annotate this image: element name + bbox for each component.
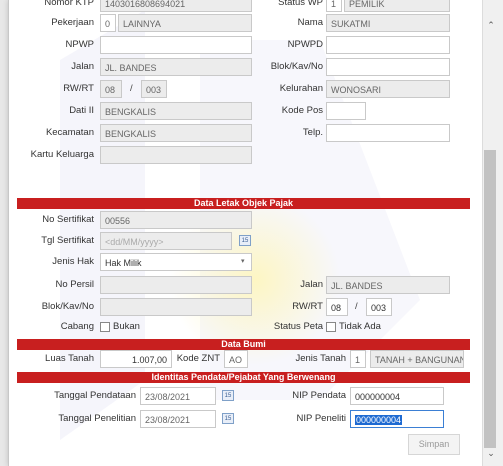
npwpd-label: NPWPD (287, 39, 323, 50)
objek-rwrt-separator: / (355, 301, 358, 312)
kecamatan-field[interactable]: BENGKALIS (100, 124, 252, 142)
objek-rw-field[interactable]: 08 (326, 298, 348, 316)
kelurahan-field[interactable]: WONOSARI (326, 80, 450, 98)
luas-tanah-field[interactable]: 1.007,00 (100, 350, 172, 368)
jenis-tanah-value-field: TANAH + BANGUNAN (370, 350, 464, 368)
cabang-checkbox[interactable] (100, 322, 110, 332)
chevron-down-icon[interactable]: ▾ (241, 253, 245, 271)
status-peta-checkbox[interactable] (326, 322, 336, 332)
nip-peneliti-field[interactable]: 000000004 (350, 410, 444, 428)
rt-field[interactable]: 003 (141, 80, 167, 98)
jenis-tanah-label: Jenis Tanah (295, 353, 346, 364)
luas-tanah-label: Luas Tanah (45, 353, 94, 364)
nomor-ktp-field[interactable]: 1403016808694021 (100, 0, 252, 12)
calendar-icon[interactable]: 15 (239, 235, 251, 246)
jenis-tanah-code-field[interactable]: 1 (350, 350, 366, 368)
scroll-up-icon[interactable]: ⌃ (484, 20, 498, 31)
tgl-sertifikat-label: Tgl Sertifikat (41, 235, 94, 246)
nip-pendata-field[interactable]: 000000004 (350, 387, 444, 405)
objek-rt-field[interactable]: 003 (366, 298, 392, 316)
status-peta-checkbox-label: Tidak Ada (339, 321, 381, 332)
simpan-button[interactable]: Simpan (408, 434, 460, 455)
rwrt-separator: / (130, 83, 133, 94)
blok-field[interactable] (326, 58, 450, 76)
no-persil-field[interactable] (100, 276, 252, 294)
section-header-objek-pajak: Data Letak Objek Pajak (17, 198, 470, 209)
kelurahan-label: Kelurahan (279, 83, 323, 94)
kode-znt-field[interactable]: AO (224, 350, 248, 368)
no-persil-label: No Persil (55, 279, 94, 290)
tgl-pendataan-field[interactable]: 23/08/2021 (140, 387, 216, 405)
jenis-hak-select[interactable]: Hak Milik (100, 253, 252, 271)
status-wp-code-field[interactable]: 1 (326, 0, 342, 12)
nama-field[interactable]: SUKATMI (326, 14, 450, 32)
npwpd-field[interactable] (326, 36, 450, 54)
section-header-data-bumi: Data Bumi (17, 339, 470, 350)
cabang-checkbox-label: Bukan (113, 321, 140, 332)
nama-label: Nama (297, 17, 323, 28)
tgl-sertifikat-field[interactable]: <dd/MM/yyyy> (100, 232, 232, 250)
nip-peneliti-label: NIP Peneliti (296, 413, 346, 424)
telp-field[interactable] (326, 124, 450, 142)
npwp-label: NPWP (65, 39, 95, 50)
pendataan-calendar-icon[interactable]: 15 (222, 390, 234, 401)
tgl-penelitian-label: Tanggal Penelitian (58, 413, 136, 424)
jenis-hak-label: Jenis Hak (52, 256, 94, 267)
kodepos-label: Kode Pos (281, 105, 323, 116)
rwrt-label: RW/RT (63, 83, 94, 94)
objek-jalan-label: Jalan (300, 279, 323, 290)
objek-blok-field[interactable] (100, 298, 252, 316)
nip-peneliti-selection: 000000004 (355, 415, 403, 425)
kodepos-field[interactable] (326, 102, 366, 120)
cabang-label: Cabang (60, 321, 94, 332)
kecamatan-label: Kecamatan (45, 127, 94, 138)
kartu-keluarga-field[interactable] (100, 146, 252, 164)
dati-field[interactable]: BENGKALIS (100, 102, 252, 120)
rw-field[interactable]: 08 (100, 80, 122, 98)
npwp-field[interactable] (100, 36, 252, 54)
nomor-ktp-label: Nomor KTP (44, 0, 94, 8)
dati-label: Dati II (69, 105, 94, 116)
kartu-keluarga-label: Kartu Keluarga (30, 149, 94, 160)
scroll-down-icon[interactable]: ⌄ (484, 448, 498, 459)
status-wp-label: Status WP (278, 0, 323, 8)
pekerjaan-value-field: LAINNYA (118, 14, 252, 32)
status-wp-value-field: PEMILIK (344, 0, 450, 12)
jalan-field[interactable]: JL. BANDES (100, 58, 252, 76)
jalan-label: Jalan (71, 61, 94, 72)
pekerjaan-code-field[interactable]: 0 (100, 14, 116, 32)
telp-label: Telp. (302, 127, 323, 138)
pekerjaan-label: Pekerjaan (51, 17, 94, 28)
tgl-penelitian-field[interactable]: 23/08/2021 (140, 410, 216, 428)
penelitian-calendar-icon[interactable]: 15 (222, 413, 234, 424)
no-sertifikat-field[interactable]: 00556 (100, 211, 252, 229)
tgl-pendataan-label: Tanggal Pendataan (54, 390, 136, 401)
status-peta-label: Status Peta (273, 321, 323, 332)
objek-jalan-field[interactable]: JL. BANDES (326, 276, 450, 294)
kode-znt-label: Kode ZNT (176, 353, 220, 364)
objek-rwrt-label: RW/RT (292, 301, 323, 312)
scrollbar-thumb[interactable] (484, 150, 496, 448)
section-header-pendata: Identitas Pendata/Pejabat Yang Berwenang (17, 372, 470, 383)
blok-label: Blok/Kav/No (270, 61, 323, 72)
no-sertifikat-label: No Sertifikat (42, 214, 94, 225)
nip-pendata-label: NIP Pendata (292, 390, 346, 401)
objek-blok-label: Blok/Kav/No (41, 301, 94, 312)
